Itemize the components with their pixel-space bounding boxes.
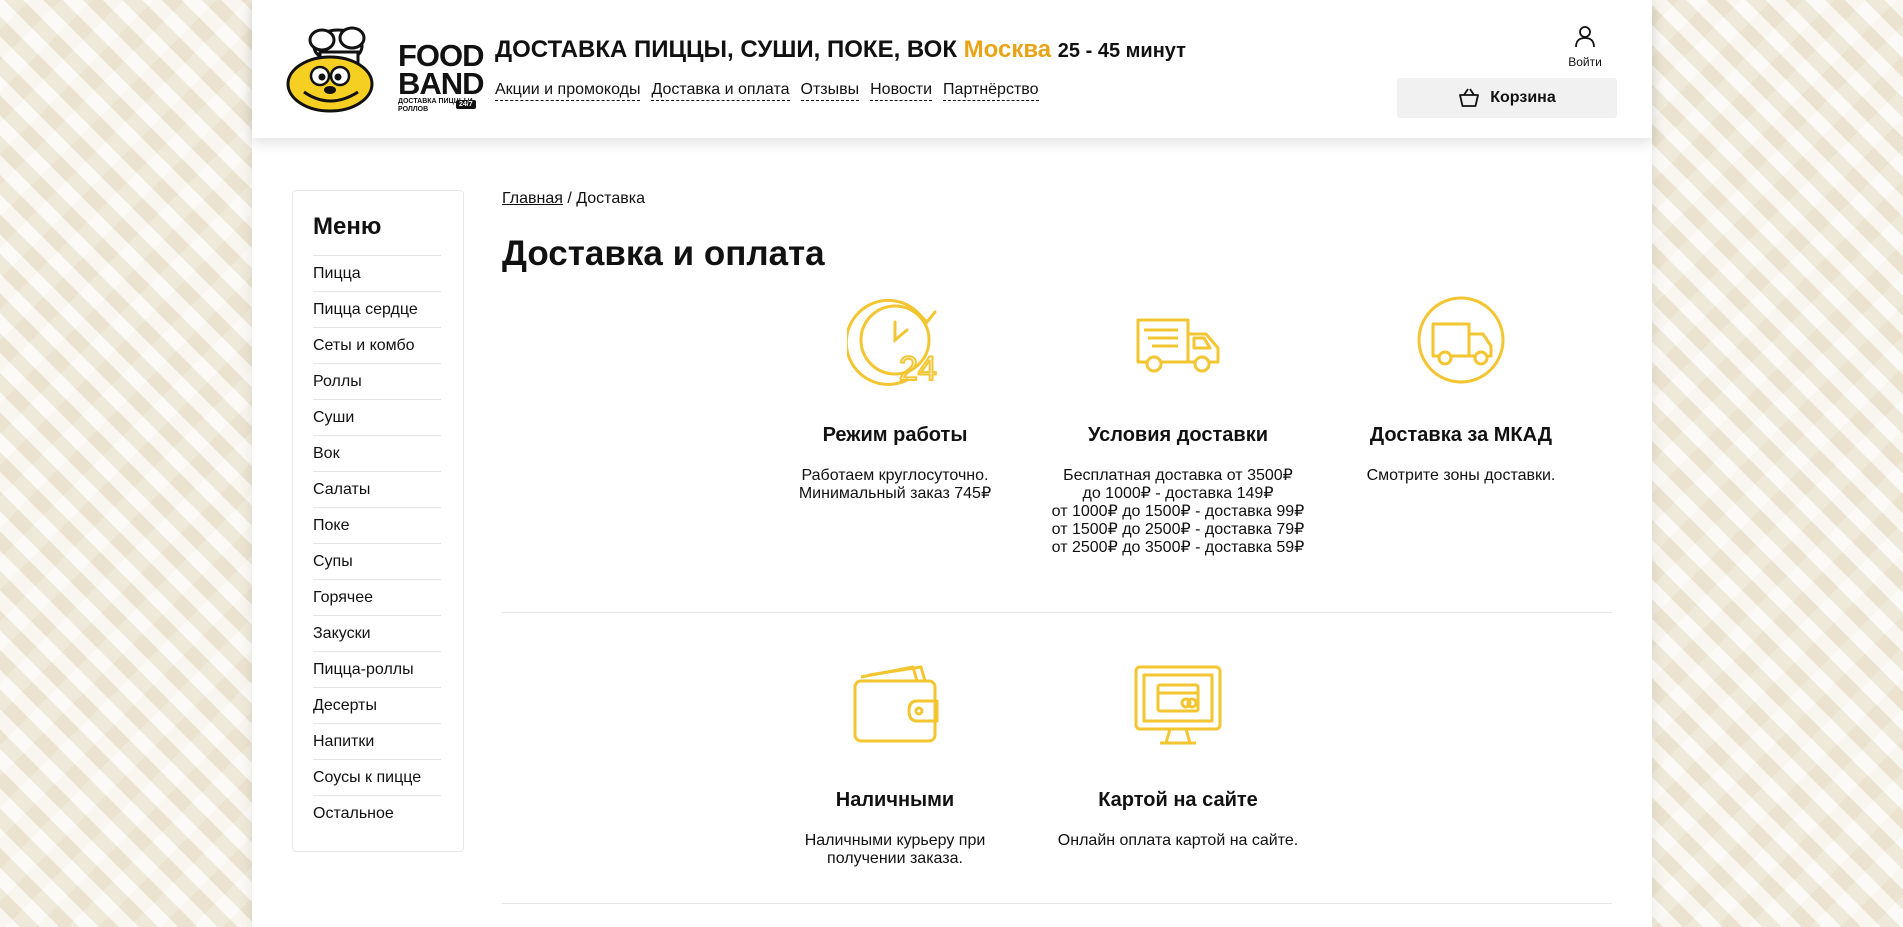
card-text-line: от 1000₽ до 1500₽ - доставка 99₽ [1051, 503, 1305, 520]
menu-item-snacks[interactable]: Закуски [313, 615, 441, 651]
cart-button[interactable]: Корзина [1397, 78, 1617, 118]
menu-item-sushi[interactable]: Суши [313, 399, 441, 435]
headline: ДОСТАВКА ПИЦЦЫ, СУШИ, ПОКЕ, ВОК Москва 2… [495, 36, 1186, 64]
card-title: Картой на сайте [1098, 789, 1258, 811]
headline-text: ДОСТАВКА ПИЦЦЫ, СУШИ, ПОКЕ, ВОК [495, 36, 957, 63]
menu-item-poke[interactable]: Поке [313, 507, 441, 543]
card-monitor-icon [1134, 665, 1222, 745]
card-title: Наличными [835, 789, 955, 811]
menu-item-drinks[interactable]: Напитки [313, 723, 441, 759]
delivery-time: 25 - 45 минут [1057, 40, 1186, 62]
nav-promotions[interactable]: Акции и промокоды [495, 81, 641, 101]
nav-partnership[interactable]: Партнёрство [943, 81, 1039, 101]
card-text-line: получении заказа. [827, 850, 963, 867]
nav-news[interactable]: Новости [870, 81, 933, 101]
card-text-line: Минимальный заказ 745₽ [798, 485, 992, 502]
cart-label: Корзина [1490, 89, 1556, 106]
menu-item-other[interactable]: Остальное [313, 795, 441, 831]
login-label: Войти [1568, 55, 1602, 69]
breadcrumb: Главная / Доставка [502, 190, 645, 208]
menu-list: Пицца Пицца сердце Сеты и комбо Роллы Су… [313, 255, 441, 831]
card-text-line: Бесплатная доставка от 3500₽ [1063, 467, 1293, 484]
card-title: Режим работы [822, 424, 968, 446]
delivery-truck-icon [1136, 318, 1220, 373]
menu-item-wok[interactable]: Вок [313, 435, 441, 471]
menu-item-salads[interactable]: Салаты [313, 471, 441, 507]
section-divider [502, 612, 1612, 613]
user-icon [1575, 26, 1595, 48]
nav-reviews[interactable]: Отзывы [800, 81, 860, 101]
login-button[interactable]: Войти [1562, 24, 1608, 69]
card-text-line: Смотрите зоны доставки. [1366, 467, 1556, 484]
menu-item-sauces[interactable]: Соусы к пицце [313, 759, 441, 795]
card-cash-payment: Наличными Наличными курьеру при получени… [765, 657, 1025, 877]
menu-item-rolls[interactable]: Роллы [313, 363, 441, 399]
card-outside-mkad: Доставка за МКАД Смотрите зоны доставки. [1331, 292, 1591, 512]
menu-item-pizza[interactable]: Пицца [313, 255, 441, 291]
card-text-line: от 1500₽ до 2500₽ - доставка 79₽ [1051, 521, 1305, 538]
page-title: Доставка и оплата [502, 234, 825, 273]
breadcrumb-current: Доставка [576, 190, 645, 207]
nav-delivery-payment[interactable]: Доставка и оплата [651, 81, 790, 101]
card-text-line: Онлайн оплата картой на сайте. [1057, 832, 1299, 849]
menu-item-sets-combo[interactable]: Сеты и комбо [313, 327, 441, 363]
page-container: FOOD BAND ДОСТАВКА ПИЦЦЫ И РОЛЛОВ 24/7 Д… [252, 0, 1652, 927]
city-selector[interactable]: Москва [964, 36, 1051, 63]
top-navigation: Акции и промокоды Доставка и оплата Отзы… [495, 81, 1039, 101]
breadcrumb-separator: / [567, 190, 572, 207]
card-text-line: до 1000₽ - доставка 149₽ [1082, 485, 1274, 502]
menu-item-pizza-heart[interactable]: Пицца сердце [313, 291, 441, 327]
card-title: Условия доставки [1087, 424, 1269, 446]
menu-item-soups[interactable]: Супы [313, 543, 441, 579]
card-text-line: от 2500₽ до 3500₽ - доставка 59₽ [1051, 539, 1305, 556]
card-title: Доставка за МКАД [1369, 424, 1553, 446]
card-delivery-terms: Условия доставки Бесплатная доставка от … [1048, 292, 1308, 562]
truck-circle-icon [1417, 296, 1505, 384]
svg-text:24: 24 [899, 350, 937, 388]
menu-title: Меню [313, 213, 382, 240]
menu-item-hot[interactable]: Горячее [313, 579, 441, 615]
card-working-hours: 24 Режим работы Работаем круглосуточно. … [765, 292, 1025, 512]
menu-item-pizza-rolls[interactable]: Пицца-роллы [313, 651, 441, 687]
logo-badge: 24/7 [456, 100, 476, 109]
menu-sidebar: Меню Пицца Пицца сердце Сеты и комбо Рол… [292, 190, 464, 852]
logo-line-band: BAND [398, 66, 485, 101]
logo[interactable]: FOOD BAND ДОСТАВКА ПИЦЦЫ И РОЛЛОВ 24/7 [286, 26, 485, 114]
clock-24-icon: 24 [847, 298, 938, 388]
menu-item-desserts[interactable]: Десерты [313, 687, 441, 723]
site-header: FOOD BAND ДОСТАВКА ПИЦЦЫ И РОЛЛОВ 24/7 Д… [252, 0, 1652, 138]
basket-icon [1459, 88, 1480, 107]
card-text-line: Работаем круглосуточно. [801, 467, 989, 484]
section-divider [502, 903, 1612, 904]
breadcrumb-home-link[interactable]: Главная [502, 190, 563, 207]
chef-mascot-icon [286, 26, 374, 113]
card-text-line: Наличными курьеру при [804, 832, 986, 849]
logo-wordmark: FOOD BAND [398, 40, 485, 101]
card-online-payment: Картой на сайте Онлайн оплата картой на … [1048, 657, 1308, 877]
wallet-icon [853, 665, 939, 743]
